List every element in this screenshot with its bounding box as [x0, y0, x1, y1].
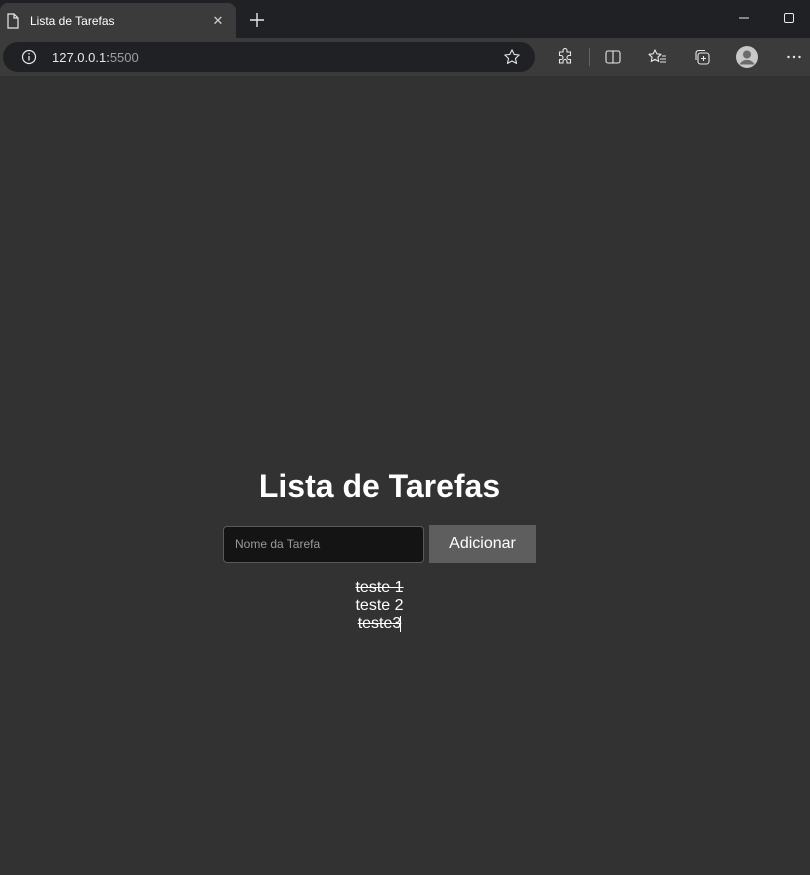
tab-strip: Lista de Tarefas ✕	[0, 0, 810, 38]
minimize-icon[interactable]	[726, 4, 762, 32]
url-host: 127.0.0.1:	[52, 49, 110, 65]
page-title: Lista de Tarefas	[258, 468, 501, 504]
text-cursor	[400, 616, 401, 632]
task-item[interactable]: teste 2	[355, 597, 403, 615]
more-icon[interactable]	[783, 46, 805, 68]
task-list: teste 1 teste 2 teste3	[355, 579, 403, 633]
tab-title: Lista de Tarefas	[30, 13, 115, 28]
toolbar-divider	[589, 48, 590, 66]
extensions-icon[interactable]	[554, 46, 576, 68]
profile-icon[interactable]	[735, 45, 759, 69]
url-text[interactable]: 127.0.0.1:5500	[52, 50, 503, 65]
document-icon	[7, 12, 19, 29]
address-bar[interactable]: 127.0.0.1:5500	[3, 42, 535, 72]
split-screen-icon[interactable]	[602, 46, 624, 68]
task-name-input[interactable]	[223, 525, 424, 563]
task-item[interactable]: teste3	[355, 615, 403, 633]
add-task-form: Adicionar	[223, 525, 536, 563]
url-port: 5500	[109, 49, 139, 65]
todo-app: Lista de Tarefas Adicionar teste 1 teste…	[222, 464, 537, 633]
browser-toolbar: 127.0.0.1:5500	[0, 38, 810, 76]
info-icon[interactable]	[21, 49, 37, 65]
collections-icon[interactable]	[691, 46, 713, 68]
add-task-button[interactable]: Adicionar	[429, 525, 536, 563]
task-item[interactable]: teste 1	[355, 579, 403, 597]
page-viewport: Lista de Tarefas Adicionar teste 1 teste…	[0, 76, 810, 875]
browser-tab[interactable]: Lista de Tarefas ✕	[0, 3, 236, 38]
star-icon[interactable]	[503, 48, 521, 66]
maximize-icon[interactable]	[771, 4, 807, 32]
new-tab-icon[interactable]	[244, 7, 270, 33]
close-icon[interactable]: ✕	[206, 9, 230, 33]
favorites-icon[interactable]	[646, 46, 668, 68]
